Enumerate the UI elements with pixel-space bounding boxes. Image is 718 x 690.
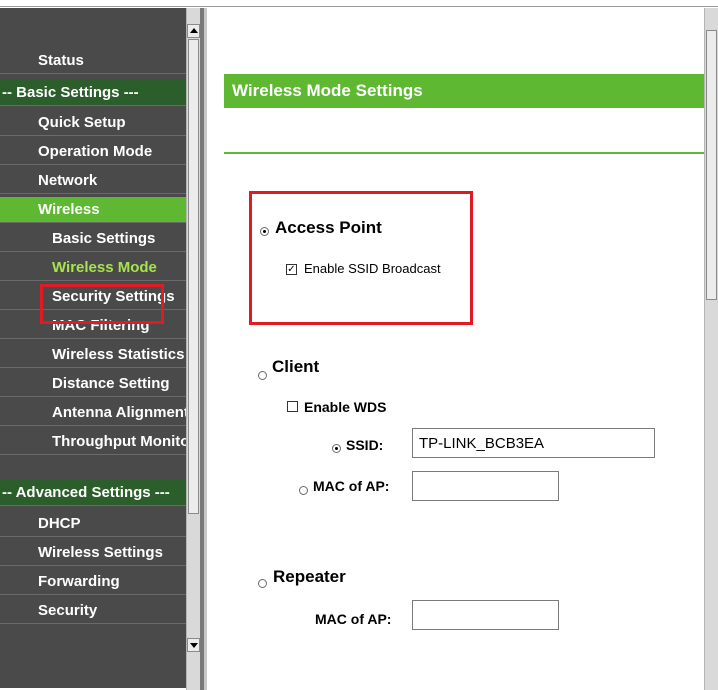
access-point-radio[interactable] (260, 227, 269, 236)
repeater-label: Repeater (273, 567, 346, 586)
sidebar-item-basic-settings[interactable]: Basic Settings (0, 226, 186, 252)
enable-ssid-broadcast-label: Enable SSID Broadcast (304, 261, 441, 276)
client-mac-input[interactable] (412, 471, 559, 501)
sidebar-item-throughput-monitor[interactable]: Throughput Monitor (0, 429, 186, 455)
sidebar-item-status[interactable]: Status (0, 48, 186, 74)
page-title: Wireless Mode Settings (224, 74, 704, 108)
sidebar-item-wireless[interactable]: Wireless (0, 197, 186, 223)
window-top-edge (0, 0, 718, 7)
enable-wds-label: Enable WDS (304, 399, 387, 415)
main-scrollbar[interactable] (704, 8, 718, 690)
enable-wds-checkbox[interactable] (287, 401, 298, 412)
access-point-label: Access Point (275, 218, 382, 237)
sidebar-item-forwarding[interactable]: Forwarding (0, 569, 186, 595)
sidebar-item-wireless-statistics[interactable]: Wireless Statistics (0, 342, 186, 368)
enable-ssid-broadcast-checkbox[interactable]: ✓ (286, 264, 297, 275)
title-divider (224, 152, 704, 154)
client-radio[interactable] (258, 371, 267, 380)
main-scroll-thumb[interactable] (706, 30, 717, 300)
sidebar-item-wireless-mode[interactable]: Wireless Mode (0, 255, 186, 281)
client-label: Client (272, 357, 320, 376)
sidebar-item-network[interactable]: Network (0, 168, 186, 194)
client-ssid-radio[interactable] (332, 444, 341, 453)
client-ssid-input[interactable] (412, 428, 655, 458)
client-mac-label: MAC of AP: (313, 478, 390, 494)
repeater-mac-input[interactable] (412, 600, 559, 630)
sidebar-item-operation-mode[interactable]: Operation Mode (0, 139, 186, 165)
sidebar-scrollbar[interactable] (186, 8, 200, 690)
repeater-radio[interactable] (258, 579, 267, 588)
sidebar-item-antenna-alignment[interactable]: Antenna Alignment (0, 400, 186, 426)
sidebar-item-wireless-settings[interactable]: Wireless Settings (0, 540, 186, 566)
scroll-up-arrow-icon[interactable] (187, 24, 200, 38)
sidebar-item-dhcp[interactable]: DHCP (0, 511, 186, 537)
highlight-box-access-point (249, 191, 473, 325)
highlight-box-wireless-mode (40, 284, 164, 324)
sidebar-menu: Status -- Basic Settings --- Quick Setup… (0, 8, 186, 688)
client-mac-radio[interactable] (299, 486, 308, 495)
sidebar-section-basic-settings: -- Basic Settings --- (0, 80, 186, 106)
sidebar-item-distance-setting[interactable]: Distance Setting (0, 371, 186, 397)
sidebar-section-advanced-settings: -- Advanced Settings --- (0, 480, 186, 506)
client-ssid-label: SSID: (346, 437, 384, 453)
scroll-down-arrow-icon[interactable] (187, 638, 200, 652)
sidebar-scroll-thumb[interactable] (188, 39, 199, 514)
main-content: Wireless Mode Settings Access Point ✓ En… (207, 8, 704, 690)
sidebar-item-security[interactable]: Security (0, 598, 186, 624)
repeater-mac-label: MAC of AP: (315, 611, 392, 627)
sidebar-item-quick-setup[interactable]: Quick Setup (0, 110, 186, 136)
